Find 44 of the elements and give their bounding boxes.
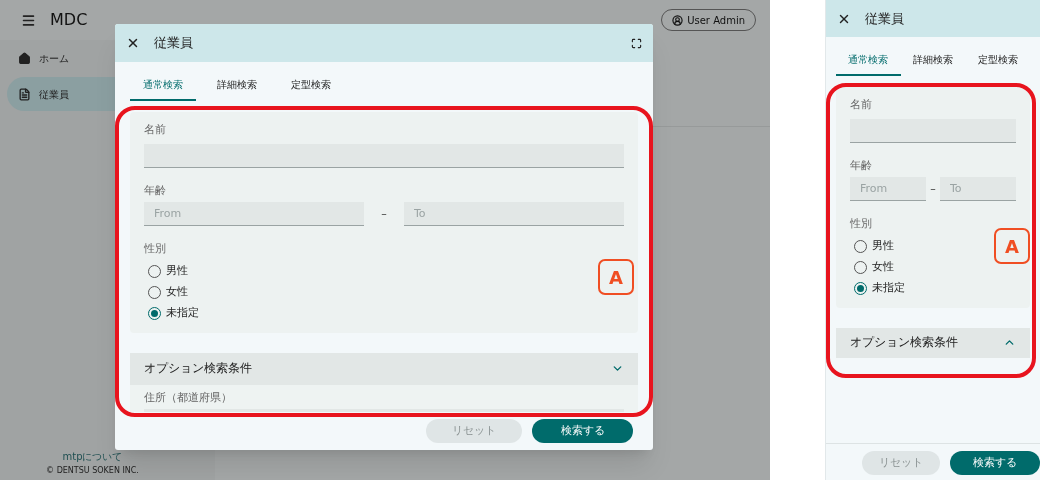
search-button[interactable]: 検索する bbox=[950, 451, 1040, 475]
tab[interactable]: 通常検索 bbox=[836, 52, 901, 76]
to-field[interactable]: To bbox=[404, 202, 624, 226]
footer-link[interactable]: mtpについて bbox=[62, 449, 123, 464]
field-label: 住所（都道府県） bbox=[144, 389, 233, 406]
dialog-title: 従業員 bbox=[154, 34, 193, 53]
maximize-icon[interactable] bbox=[631, 37, 642, 49]
search-button[interactable]: 検索する bbox=[532, 419, 633, 443]
field-label: 年齢 bbox=[850, 157, 873, 174]
radio-label: 女性 bbox=[166, 283, 188, 300]
field-label: 名前 bbox=[850, 97, 873, 113]
copyright-text: © DENTSU SOKEN INC. bbox=[46, 465, 139, 477]
user-icon bbox=[672, 14, 684, 26]
radio-label: 男性 bbox=[872, 237, 894, 254]
field-label: 性別 bbox=[144, 241, 167, 257]
annotation-label: A bbox=[598, 259, 634, 295]
range-separator: – bbox=[929, 180, 937, 197]
text-field[interactable] bbox=[850, 118, 1016, 143]
from-field[interactable]: From bbox=[850, 177, 926, 201]
radio-label: 女性 bbox=[872, 258, 894, 275]
home-icon bbox=[18, 51, 31, 65]
radio-label: 未指定 bbox=[166, 304, 199, 321]
menu-icon[interactable] bbox=[21, 12, 36, 28]
accordion-header[interactable]: オプション検索条件 bbox=[130, 352, 638, 385]
field-label: 名前 bbox=[144, 122, 167, 138]
from-field[interactable]: From bbox=[144, 202, 364, 226]
field-label: 年齢 bbox=[144, 182, 167, 199]
tab[interactable]: 詳細検索 bbox=[900, 52, 966, 76]
app-title: MDC bbox=[50, 9, 88, 31]
annotation-label: A bbox=[994, 228, 1030, 264]
accordion-header[interactable]: オプション検索条件 bbox=[836, 327, 1030, 358]
range-separator: – bbox=[380, 205, 388, 222]
tab[interactable]: 定型検索 bbox=[278, 77, 344, 101]
radio-label: 男性 bbox=[166, 262, 188, 279]
to-field[interactable]: To bbox=[940, 177, 1016, 201]
document-icon bbox=[18, 87, 31, 101]
tab[interactable]: 定型検索 bbox=[965, 52, 1030, 76]
tab[interactable]: 詳細検索 bbox=[204, 77, 270, 101]
text-field[interactable] bbox=[144, 143, 624, 168]
dialog-title: 従業員 bbox=[865, 9, 904, 28]
field-label: 性別 bbox=[850, 216, 873, 232]
radio-label: 未指定 bbox=[872, 279, 905, 296]
close-icon[interactable] bbox=[126, 36, 140, 50]
tab[interactable]: 通常検索 bbox=[130, 77, 196, 101]
